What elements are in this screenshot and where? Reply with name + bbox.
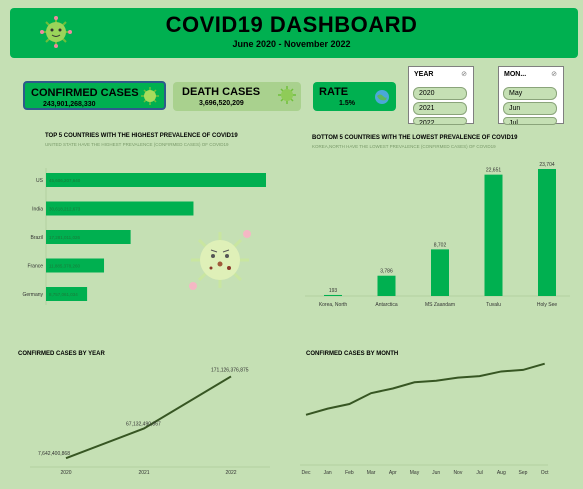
clear-filter-icon[interactable]: ⊘ xyxy=(551,70,557,78)
bottom5-bar xyxy=(377,275,396,296)
by-month-x-tick-label: Nov xyxy=(453,470,462,476)
by-month-x-tick-label: Jun xyxy=(432,470,440,476)
month-option-jun[interactable]: Jun xyxy=(503,102,557,115)
by-month-x-tick-label: Jul xyxy=(476,470,482,476)
top5-data-label: 8,757,061,034 xyxy=(49,292,78,297)
rate-card[interactable]: RATE 1.5% xyxy=(313,82,396,111)
by-month-chart-title: CONFIRMED CASES BY MONTH xyxy=(306,351,399,357)
bottom5-bar xyxy=(431,249,449,296)
by-year-x-tick-label: 2020 xyxy=(60,470,71,476)
bottom5-bar xyxy=(538,169,556,296)
by-year-series-line xyxy=(65,375,232,460)
by-month-x-tick-label: May xyxy=(410,470,420,476)
top5-category-label: Brazil xyxy=(30,235,43,241)
bottom5-bar-chart: 193 Korea, North 3,786 Antarctica 8,702 MS Za… xyxy=(305,162,570,308)
bottom5-bar xyxy=(484,174,503,296)
bottom5-category-label: Tuvalu xyxy=(486,302,501,308)
by-month-line-chart: Dec Jan Feb Mar Apr May Jun Nov Jul Aug Sep Oct xyxy=(300,362,549,476)
by-month-x-tick-label: Feb xyxy=(345,470,354,476)
top5-category-label: India xyxy=(32,207,43,213)
year-slicer-label: YEAR xyxy=(414,71,434,78)
month-option-jul[interactable]: Jul xyxy=(503,117,557,125)
by-year-data-label: 171,126,376,875 xyxy=(211,367,249,373)
death-cases-card[interactable]: DEATH CASES 3,696,520,209 xyxy=(173,82,301,111)
by-year-x-tick-label: 2022 xyxy=(225,470,236,476)
year-option-2021[interactable]: 2021 xyxy=(413,102,467,115)
bottom5-data-label: 8,702 xyxy=(434,242,447,248)
month-slicer[interactable]: MON... ⊘ May Jun Jul xyxy=(498,66,564,125)
top5-chart-subtitle: UNITED STATE HAVE THE HIGHEST PREVALENCE… xyxy=(45,142,229,147)
by-year-data-label: 67,132,490,867 xyxy=(126,421,161,427)
by-month-x-tick-label: Oct xyxy=(541,470,549,476)
clear-filter-icon[interactable]: ⊘ xyxy=(461,70,467,78)
confirmed-cases-card[interactable]: CONFIRMED CASES 243,901,268,330 xyxy=(23,81,166,110)
bottom5-data-label: 193 xyxy=(329,288,338,294)
year-option-2022[interactable]: 2022 xyxy=(413,117,467,125)
bottom5-chart-title: BOTTOM 5 COUNTRIES WITH THE LOWEST PREVA… xyxy=(312,135,518,141)
bottom5-chart-subtitle: KOREA,NORTH HAVE THE LOWEST PREVALENCE (… xyxy=(312,144,496,149)
year-slicer[interactable]: YEAR ⊘ 2020 2021 2022 xyxy=(408,66,474,125)
top5-category-label: France xyxy=(27,264,43,270)
by-month-x-tick-label: Dec xyxy=(302,470,311,476)
by-month-x-tick-label: Sep xyxy=(519,470,528,476)
virus-icon xyxy=(141,87,159,105)
virus-mascot-icon xyxy=(185,228,255,298)
top5-chart-title: TOP 5 COUNTRIES WITH THE HIGHEST PREVALE… xyxy=(45,133,238,139)
bottom5-category-label: Korea, North xyxy=(319,302,348,308)
top5-data-label: 11,885,378,260 xyxy=(49,264,80,269)
globe-icon xyxy=(375,90,389,104)
year-option-2020[interactable]: 2020 xyxy=(413,87,467,100)
by-year-data-label: 7,642,400,868 xyxy=(38,451,70,457)
top5-category-label: Germany xyxy=(22,292,43,298)
bottom5-category-label: MS Zaandam xyxy=(425,302,455,308)
by-month-x-tick-label: Mar xyxy=(367,470,376,476)
date-range-subtitle: June 2020 - November 2022 xyxy=(232,39,351,49)
month-slicer-label: MON... xyxy=(504,71,527,78)
by-month-x-tick-label: Aug xyxy=(497,470,506,476)
bottom5-category-label: Holy See xyxy=(537,302,558,308)
confirmed-cases-label: CONFIRMED CASES xyxy=(31,87,139,99)
top5-data-label: 45,606,207,640 xyxy=(49,178,81,183)
confirmed-cases-value: 243,901,268,330 xyxy=(43,101,96,108)
by-month-series-line xyxy=(305,362,545,416)
by-month-x-tick-label: Apr xyxy=(389,470,397,476)
top5-data-label: 30,618,212,673 xyxy=(49,207,81,212)
death-cases-label: DEATH CASES xyxy=(182,86,261,98)
top5-data-label: 17,281,011,026 xyxy=(49,235,80,240)
rate-value: 1.5% xyxy=(339,100,355,107)
bottom5-data-label: 22,651 xyxy=(486,168,502,174)
rate-label: RATE xyxy=(319,86,349,98)
by-month-x-tick-label: Jan xyxy=(324,470,332,476)
virus-icon xyxy=(278,86,296,104)
bottom5-bar xyxy=(324,294,342,296)
by-year-x-tick-label: 2021 xyxy=(138,470,149,476)
month-option-may[interactable]: May xyxy=(503,87,557,100)
page-title: COVID19 DASHBOARD xyxy=(165,12,418,37)
death-cases-value: 3,696,520,209 xyxy=(199,100,244,107)
bottom5-data-label: 23,704 xyxy=(539,162,555,168)
top5-category-label: US xyxy=(36,178,44,184)
bottom5-data-label: 3,786 xyxy=(380,269,393,275)
by-year-line-chart: 2020 2021 2022 7,642,400,868 67,132,490,867 1… xyxy=(30,367,270,476)
bottom5-category-label: Antarctica xyxy=(375,302,397,308)
